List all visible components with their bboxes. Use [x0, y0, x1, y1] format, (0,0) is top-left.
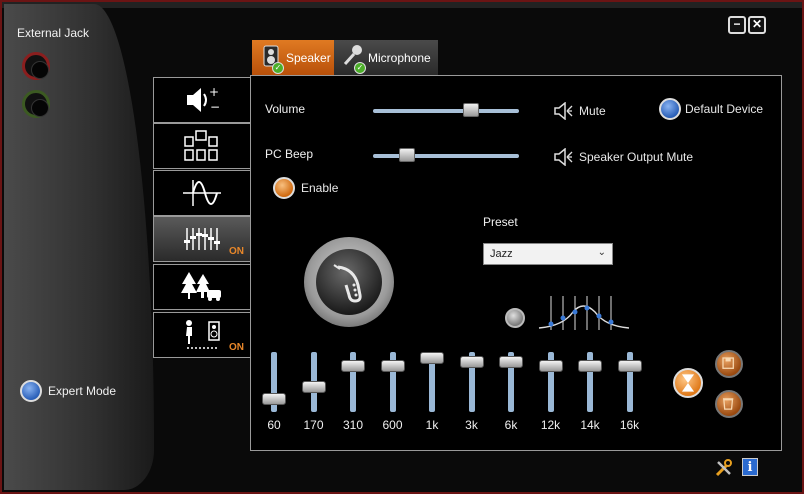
tab-microphone[interactable]: ✓ Microphone: [334, 40, 438, 75]
svg-text:−: −: [210, 100, 220, 114]
eq-band-thumb[interactable]: [420, 352, 444, 365]
eq-band-slider[interactable]: [499, 352, 523, 412]
eq-band-label: 14k: [580, 418, 600, 432]
expert-mode-radio-dot[interactable]: [20, 380, 42, 402]
eq-band-slider[interactable]: [578, 352, 602, 412]
mute-label: Mute: [579, 104, 606, 118]
equalizer-icon: [184, 228, 220, 250]
speaker-plus-minus-icon: + −: [187, 85, 220, 114]
tab-speaker-label: Speaker: [286, 50, 331, 65]
speaker-volume-button[interactable]: + −: [153, 77, 251, 123]
mute-toggle[interactable]: Mute: [553, 102, 606, 120]
external-jack-panel: External Jack Expert Mode: [4, 4, 154, 490]
preset-value: Jazz: [490, 248, 513, 260]
eq-band-slider[interactable]: [617, 352, 642, 412]
eq-band-label: 3k: [465, 418, 478, 432]
speaker-output-mute-label: Speaker Output Mute: [579, 150, 694, 164]
eq-band-thumb[interactable]: [341, 359, 365, 372]
default-device-label: Default Device: [685, 102, 764, 116]
jack-red-icon[interactable]: [22, 52, 50, 80]
eq-band-slider[interactable]: [380, 352, 405, 412]
save-preset-button[interactable]: [715, 350, 743, 378]
expert-mode-radio[interactable]: Expert Mode: [20, 380, 116, 402]
speaker-mute-icon: [554, 102, 573, 120]
equalizer-button[interactable]: ON: [153, 216, 251, 262]
eq-band-thumb[interactable]: [499, 355, 523, 368]
room-correction-on-badge: ON: [229, 342, 244, 353]
check-icon: ✓: [272, 62, 284, 74]
speaker-settings-panel: Volume Mute Default Device PC Beep Speak…: [250, 75, 782, 451]
eq-band-label: 1k: [425, 418, 439, 432]
check-icon: ✓: [354, 62, 366, 74]
eq-band-thumb[interactable]: [380, 359, 405, 372]
save-icon: [722, 357, 734, 369]
eq-band-slider[interactable]: [459, 352, 484, 412]
eq-band-label: 600: [382, 418, 403, 432]
jack-green-icon[interactable]: [22, 90, 50, 118]
preset-label: Preset: [483, 215, 518, 229]
eq-band-thumb[interactable]: [262, 393, 286, 406]
eq-band-thumb[interactable]: [459, 355, 484, 368]
saxophone-icon: [316, 249, 382, 315]
minimize-button[interactable]: −: [728, 16, 746, 34]
volume-slider-thumb[interactable]: [462, 103, 479, 117]
room-correction-button[interactable]: ON: [153, 312, 251, 358]
svg-text:+: +: [209, 85, 219, 99]
eq-band-slider[interactable]: [262, 352, 286, 412]
equalizer-on-badge: ON: [229, 246, 244, 257]
pc-beep-slider-thumb[interactable]: [398, 148, 415, 162]
tab-speaker[interactable]: ✓ Speaker: [252, 40, 334, 75]
delete-preset-button[interactable]: [715, 390, 743, 418]
eq-band-slider[interactable]: [420, 352, 444, 412]
eq-band-slider[interactable]: [341, 352, 365, 412]
eq-band-label: 6k: [504, 418, 518, 432]
eq-band-label: 60: [267, 418, 281, 432]
tab-microphone-label: Microphone: [368, 50, 431, 65]
default-device-radio-dot[interactable]: [659, 98, 681, 120]
eq-band-label: 310: [342, 418, 364, 432]
sound-effects-button[interactable]: [153, 170, 251, 216]
eq-curve-radio[interactable]: [505, 308, 525, 328]
preset-dropdown[interactable]: Jazz ⌄: [483, 243, 613, 265]
speaker-configuration-button[interactable]: [153, 123, 251, 169]
enable-radio-dot[interactable]: [273, 177, 295, 199]
external-jack-label: External Jack: [17, 26, 90, 40]
eq-band-thumb[interactable]: [617, 359, 642, 372]
sine-wave-icon: [183, 180, 221, 206]
pc-beep-label: PC Beep: [265, 147, 314, 161]
environment-button[interactable]: [153, 264, 251, 310]
speaker-mute-icon: [554, 148, 573, 166]
eq-band-slider[interactable]: [301, 352, 326, 412]
enable-radio[interactable]: Enable: [273, 177, 338, 199]
default-device-radio[interactable]: Default Device: [659, 98, 763, 120]
volume-label: Volume: [265, 102, 306, 116]
surround-speakers-icon: [184, 130, 218, 161]
eq-band-slider[interactable]: [538, 352, 563, 412]
eq-curve-icon: [538, 296, 630, 330]
app-window: External Jack Expert Mode − ✕ ✓ Speaker …: [0, 0, 804, 494]
eq-band-thumb[interactable]: [578, 359, 602, 372]
eq-band-thumb[interactable]: [538, 359, 563, 372]
eq-band-label: 16k: [619, 418, 640, 432]
eq-band-label: 12k: [540, 418, 561, 432]
titlebar[interactable]: [2, 2, 802, 8]
trash-icon: [723, 398, 734, 410]
tools-icon[interactable]: [714, 458, 734, 478]
volume-slider[interactable]: [373, 103, 519, 117]
enable-label: Enable: [301, 181, 339, 195]
expert-mode-label: Expert Mode: [48, 384, 117, 398]
close-button[interactable]: ✕: [748, 16, 766, 34]
preset-knob[interactable]: [304, 237, 394, 327]
trees-and-car-icon: [181, 272, 221, 301]
hourglass-icon: [681, 374, 695, 392]
pc-beep-slider[interactable]: [373, 148, 519, 162]
eq-band-label: 170: [303, 418, 324, 432]
listener-speaker-distance-icon: [186, 320, 220, 349]
info-icon[interactable]: i: [742, 458, 758, 476]
chevron-down-icon: ⌄: [597, 247, 606, 258]
speaker-output-mute-toggle[interactable]: Speaker Output Mute: [553, 148, 693, 166]
reset-eq-button[interactable]: [673, 368, 703, 398]
eq-band-thumb[interactable]: [301, 381, 326, 394]
